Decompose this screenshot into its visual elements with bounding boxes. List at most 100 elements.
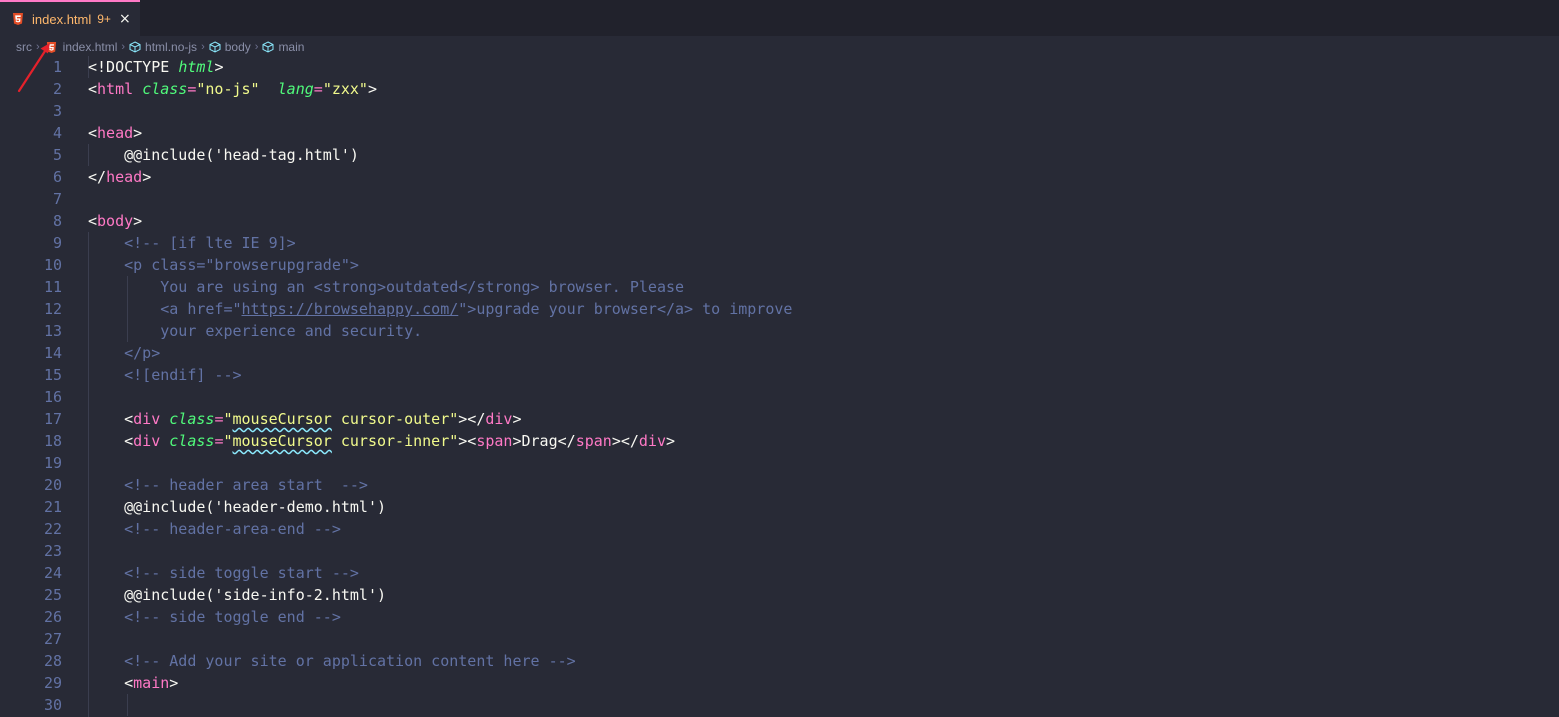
code-area[interactable]: <!DOCTYPE html> <html class="no-js" lang=… bbox=[88, 56, 1548, 717]
code-editor[interactable]: 1 2 3 4 5 6 7 8 9 10 11 12 13 14 15 16 17 18 19 20 21 22 23 24 2… bbox=[0, 56, 1559, 717]
code-token: </p> bbox=[88, 344, 161, 362]
code-token: @@include('head-tag.html') bbox=[88, 146, 359, 164]
breadcrumb-label: body bbox=[224, 40, 251, 54]
breadcrumb: src › index.html › html.no-js › body › m… bbox=[0, 36, 1559, 58]
code-token: <!-- header-area-end --> bbox=[88, 520, 341, 538]
breadcrumb-body[interactable]: body bbox=[209, 40, 251, 54]
code-token: class bbox=[169, 432, 215, 450]
code-line[interactable]: <main> bbox=[88, 672, 178, 694]
code-token: class bbox=[142, 80, 188, 98]
line-number: 26 bbox=[43, 608, 62, 626]
html5-icon bbox=[13, 13, 23, 25]
line-number-gutter: 1 2 3 4 5 6 7 8 9 10 11 12 13 14 15 16 17 18 19 20 21 22 23 24 2… bbox=[0, 56, 72, 717]
chevron-right-icon: › bbox=[201, 41, 205, 53]
line-number: 20 bbox=[43, 476, 62, 494]
code-token: ></ bbox=[611, 432, 639, 450]
chevron-right-icon: › bbox=[121, 41, 126, 53]
breadcrumb-main[interactable]: main bbox=[262, 40, 304, 54]
line-number: 10 bbox=[43, 256, 62, 274]
code-line[interactable]: your experience and security. bbox=[88, 320, 422, 342]
line-number: 14 bbox=[43, 344, 62, 362]
code-token: @@include('header-demo.html') bbox=[88, 498, 387, 516]
indent-guide bbox=[127, 694, 128, 716]
code-token: " bbox=[223, 432, 233, 450]
line-number: 21 bbox=[43, 498, 62, 516]
line-number: 8 bbox=[52, 212, 62, 230]
code-line[interactable]: <head> bbox=[88, 122, 142, 144]
code-line[interactable]: <!-- Add your site or application conten… bbox=[88, 650, 576, 672]
close-icon[interactable]: × bbox=[119, 12, 131, 26]
code-line[interactable]: <!-- header area start --> bbox=[88, 474, 368, 496]
line-number: 30 bbox=[43, 696, 62, 714]
code-line[interactable]: <!-- [if lte IE 9]> bbox=[88, 232, 296, 254]
code-token: >Drag</ bbox=[512, 432, 576, 450]
code-line[interactable]: <div class="mouseCursor cursor-inner"><s… bbox=[88, 430, 675, 452]
line-number: 17 bbox=[43, 410, 62, 428]
breadcrumb-html-no-js[interactable]: html.no-js bbox=[129, 40, 197, 54]
line-number: 15 bbox=[43, 366, 62, 384]
code-line[interactable]: <!-- side toggle start --> bbox=[88, 562, 359, 584]
code-token: lang bbox=[277, 80, 314, 98]
line-number: 28 bbox=[43, 652, 62, 670]
code-token: <p class="browserupgrade"> bbox=[88, 256, 359, 274]
code-token: your experience and security. bbox=[88, 322, 423, 340]
code-token: <!-- header area start --> bbox=[88, 476, 368, 494]
chevron-right-icon: › bbox=[254, 41, 259, 53]
code-token: <![endif] --> bbox=[88, 366, 242, 384]
code-token: " bbox=[223, 410, 233, 428]
line-number: 1 bbox=[52, 58, 62, 76]
code-token: main bbox=[133, 674, 170, 692]
code-token: < bbox=[88, 410, 134, 428]
code-token: >< bbox=[458, 432, 477, 450]
code-line[interactable]: <div class="mouseCursor cursor-outer"></… bbox=[88, 408, 521, 430]
line-number: 5 bbox=[52, 146, 62, 164]
line-number: 19 bbox=[43, 454, 62, 472]
line-number: 9 bbox=[52, 234, 62, 252]
code-line[interactable]: You are using an <strong>outdated</stron… bbox=[88, 276, 684, 298]
code-token: @@include('side-info-2.html') bbox=[88, 586, 387, 604]
code-line[interactable]: </p> bbox=[88, 342, 160, 364]
code-token: > bbox=[214, 58, 224, 76]
code-token: head bbox=[97, 124, 134, 142]
line-number: 7 bbox=[52, 190, 62, 208]
line-number: 11 bbox=[43, 278, 62, 296]
code-token: html bbox=[97, 80, 134, 98]
code-token: <!DOCTYPE bbox=[88, 58, 179, 76]
code-line[interactable]: <body> bbox=[88, 210, 142, 232]
code-line[interactable]: <![endif] --> bbox=[88, 364, 242, 386]
code-token: > bbox=[666, 432, 676, 450]
code-token: <a href=" bbox=[88, 300, 242, 318]
code-line[interactable]: <html class="no-js" lang="zxx"> bbox=[88, 78, 377, 100]
tab-bar: index.html 9+ × bbox=[0, 0, 1559, 36]
code-token: span bbox=[575, 432, 612, 450]
code-line[interactable]: <p class="browserupgrade"> bbox=[88, 254, 359, 276]
tab-index-html[interactable]: index.html 9+ × bbox=[0, 0, 140, 36]
code-token: < bbox=[88, 124, 98, 142]
line-number: 16 bbox=[43, 388, 62, 406]
tab-label: index.html bbox=[32, 11, 92, 27]
code-line[interactable]: @@include('header-demo.html') bbox=[88, 496, 386, 518]
code-line[interactable]: </head> bbox=[88, 166, 151, 188]
code-token: class bbox=[169, 410, 215, 428]
breadcrumb-label: main bbox=[278, 40, 305, 54]
code-token: head bbox=[106, 168, 143, 186]
code-line[interactable]: <!DOCTYPE html> bbox=[88, 56, 223, 78]
code-token: div bbox=[133, 432, 161, 450]
code-token: div bbox=[485, 410, 513, 428]
code-line[interactable]: <a href="https://browsehappy.com/">upgra… bbox=[88, 298, 792, 320]
line-number: 27 bbox=[43, 630, 62, 648]
code-token: mouseCursor bbox=[232, 432, 332, 450]
line-number: 4 bbox=[52, 124, 62, 142]
code-line[interactable]: <!-- header-area-end --> bbox=[88, 518, 341, 540]
breadcrumb-label: index.html bbox=[62, 40, 118, 54]
code-line[interactable]: <!-- side toggle end --> bbox=[88, 606, 341, 628]
code-token: > bbox=[367, 80, 377, 98]
line-number: 23 bbox=[43, 542, 62, 560]
code-line[interactable]: @@include('head-tag.html') bbox=[88, 144, 359, 166]
code-line[interactable]: @@include('side-info-2.html') bbox=[88, 584, 386, 606]
line-number: 6 bbox=[52, 168, 62, 186]
line-number: 29 bbox=[43, 674, 62, 692]
code-token: cursor-outer" bbox=[331, 410, 459, 428]
